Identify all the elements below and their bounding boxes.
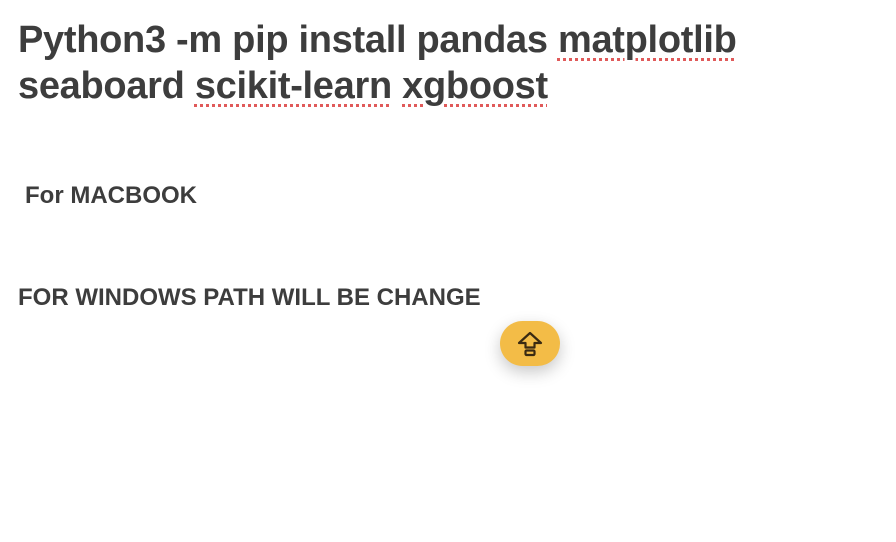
shift-arrow-up-icon — [517, 331, 543, 356]
windows-heading: FOR WINDOWS PATH WILL BE CHANGE — [18, 284, 481, 311]
misspelled-word-matplotlib[interactable]: matplotlib — [558, 19, 737, 61]
title-line-1: Python3 -m pip install pandas matplotlib — [18, 17, 878, 63]
title-space — [392, 65, 402, 107]
title-word-seaboard: seaboard — [18, 65, 185, 107]
title-line-1-text: Python3 -m pip install pandas — [18, 19, 558, 61]
note-page: Python3 -m pip install pandas matplotlib… — [0, 0, 896, 542]
note-title: Python3 -m pip install pandas matplotlib… — [18, 17, 878, 109]
title-space — [185, 65, 195, 107]
scroll-to-top-button[interactable] — [500, 321, 560, 366]
misspelled-word-xgboost[interactable]: xgboost — [402, 65, 548, 107]
macbook-heading: For MACBOOK — [25, 182, 197, 209]
title-line-2: seaboard scikit-learn xgboost — [18, 63, 878, 109]
misspelled-word-scikit-learn[interactable]: scikit-learn — [195, 65, 392, 107]
